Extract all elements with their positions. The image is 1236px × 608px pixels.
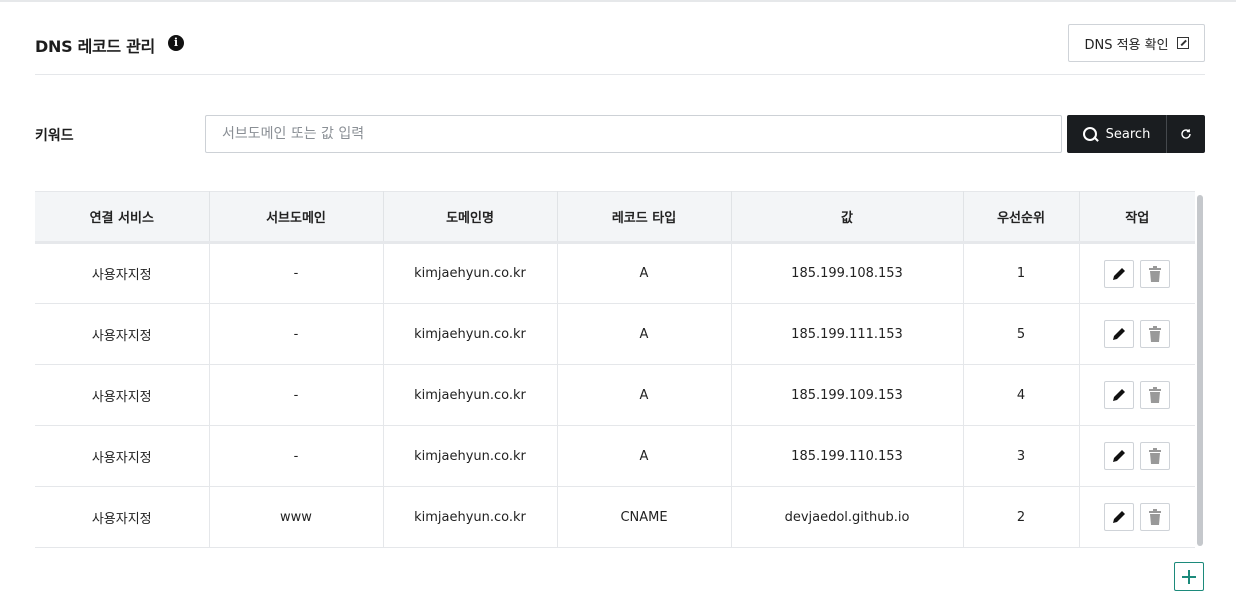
cell-subdomain: - [209, 364, 384, 426]
column-header-record-type[interactable]: 레코드 타입 [557, 191, 732, 244]
column-header-subdomain[interactable]: 서브도메인 [209, 191, 384, 244]
dns-records-table: 연결 서비스 서브도메인 도메인명 레코드 타입 값 우선순위 작업 사용자지정… [35, 191, 1195, 548]
cell-domain: kimjaehyun.co.kr [383, 303, 558, 365]
search-button-group: Search [1067, 115, 1205, 153]
delete-button[interactable] [1140, 503, 1171, 531]
cell-service: 사용자지정 [35, 303, 210, 365]
cell-value: 185.199.109.153 [731, 364, 964, 426]
table-header-row: 연결 서비스 서브도메인 도메인명 레코드 타입 값 우선순위 작업 [35, 191, 1195, 244]
delete-button[interactable] [1140, 381, 1171, 409]
delete-button[interactable] [1140, 320, 1171, 348]
search-input[interactable] [205, 115, 1062, 153]
cell-subdomain: - [209, 242, 384, 304]
pencil-icon [1113, 511, 1126, 523]
cell-domain: kimjaehyun.co.kr [383, 425, 558, 487]
search-icon [1082, 126, 1098, 142]
edit-button[interactable] [1104, 381, 1135, 409]
search-button-label: Search [1105, 126, 1151, 142]
dns-apply-check-button[interactable]: DNS 적용 확인 [1068, 24, 1205, 62]
cell-value: 185.199.110.153 [731, 425, 964, 487]
trash-icon [1149, 326, 1162, 342]
cell-record-type: A [557, 303, 732, 365]
delete-button[interactable] [1140, 442, 1171, 470]
trash-icon [1149, 509, 1162, 525]
cell-subdomain: www [209, 486, 384, 547]
dns-records-table-container[interactable]: 연결 서비스 서브도메인 도메인명 레코드 타입 값 우선순위 작업 사용자지정… [35, 191, 1195, 548]
dns-apply-check-label: DNS 적용 확인 [1084, 37, 1169, 53]
search-button[interactable]: Search [1067, 115, 1166, 153]
cell-value: 185.199.111.153 [731, 303, 964, 365]
cell-subdomain: - [209, 425, 384, 487]
page-header: DNS 레코드 관리 i DNS 적용 확인 [35, 24, 1205, 75]
cell-priority: 5 [963, 303, 1080, 365]
trash-icon [1149, 265, 1162, 282]
edit-button[interactable] [1104, 442, 1135, 470]
cell-value: 185.199.108.153 [731, 242, 964, 304]
pencil-icon [1113, 389, 1126, 401]
refresh-icon [1181, 129, 1191, 139]
cell-record-type: CNAME [557, 486, 732, 547]
cell-priority: 3 [963, 425, 1080, 487]
cell-domain: kimjaehyun.co.kr [383, 364, 558, 426]
pencil-icon [1113, 267, 1126, 280]
pencil-icon [1113, 328, 1126, 340]
cell-actions [1079, 304, 1195, 365]
delete-button[interactable] [1140, 259, 1171, 288]
table-row: 사용자지정 - kimjaehyun.co.kr A 185.199.110.1… [35, 425, 1195, 487]
cell-priority: 4 [963, 364, 1080, 426]
cell-service: 사용자지정 [35, 486, 210, 547]
column-header-actions: 작업 [1079, 191, 1195, 244]
table-row: 사용자지정 www kimjaehyun.co.kr CNAME devjaed… [35, 486, 1195, 548]
table-scrollbar[interactable] [1197, 195, 1203, 546]
cell-actions [1079, 487, 1195, 548]
column-header-service[interactable]: 연결 서비스 [35, 191, 210, 244]
cell-service: 사용자지정 [35, 242, 210, 304]
refresh-button[interactable] [1167, 115, 1205, 153]
cell-record-type: A [557, 364, 732, 426]
add-record-button[interactable] [1174, 562, 1204, 591]
pencil-icon [1113, 450, 1126, 462]
table-row: 사용자지정 - kimjaehyun.co.kr A 185.199.111.1… [35, 303, 1195, 365]
external-link-icon [1176, 37, 1189, 49]
cell-record-type: A [557, 425, 732, 487]
column-header-value[interactable]: 값 [731, 191, 964, 244]
plus-icon [1182, 569, 1196, 584]
cell-domain: kimjaehyun.co.kr [383, 242, 558, 304]
cell-service: 사용자지정 [35, 425, 210, 487]
table-row: 사용자지정 - kimjaehyun.co.kr A 185.199.109.1… [35, 364, 1195, 426]
edit-button[interactable] [1104, 259, 1135, 288]
cell-value: devjaedol.github.io [731, 486, 964, 547]
cell-priority: 1 [963, 242, 1080, 304]
cell-domain: kimjaehyun.co.kr [383, 486, 558, 547]
trash-icon [1149, 448, 1162, 464]
edit-button[interactable] [1104, 503, 1135, 531]
cell-service: 사용자지정 [35, 364, 210, 426]
top-border [0, 0, 1236, 2]
cell-subdomain: - [209, 303, 384, 365]
cell-record-type: A [557, 242, 732, 304]
cell-actions [1079, 243, 1195, 304]
column-header-priority[interactable]: 우선순위 [963, 191, 1080, 244]
cell-actions [1079, 365, 1195, 426]
table-row: 사용자지정 - kimjaehyun.co.kr A 185.199.108.1… [35, 242, 1195, 304]
cell-priority: 2 [963, 486, 1080, 547]
column-header-domain[interactable]: 도메인명 [383, 191, 558, 244]
trash-icon [1149, 387, 1162, 403]
info-icon[interactable]: i [168, 35, 184, 51]
cell-actions [1079, 426, 1195, 487]
edit-button[interactable] [1104, 320, 1135, 348]
keyword-label: 키워드 [35, 128, 74, 144]
page-title: DNS 레코드 관리 [35, 37, 155, 56]
